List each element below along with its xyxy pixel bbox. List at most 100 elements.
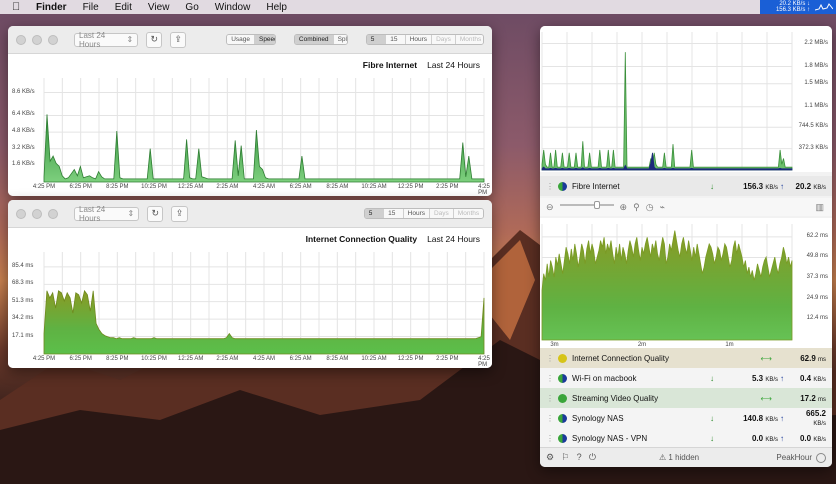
seg-split[interactable]: Split — [333, 35, 347, 44]
fibre-mini-chart: 2.2 MB/s 1.8 MB/s 1.5 MB/s 1.1 MB/s 744.5 KB… — [540, 26, 832, 172]
row-streaming-quality[interactable]: ⋮ Streaming Video Quality ⟷ 17.2 ms — [540, 388, 832, 408]
close-button[interactable] — [16, 34, 26, 45]
seg-combined[interactable]: Combined — [294, 35, 334, 44]
share-button[interactable]: ⇪ — [170, 31, 187, 48]
close-button[interactable] — [16, 208, 26, 219]
y-tick-label: 24.9 ms — [806, 294, 828, 301]
menu-file[interactable]: File — [83, 2, 99, 13]
seg-15min[interactable]: 15 Min — [384, 209, 404, 218]
y-tick-label: 68.3 ms — [12, 280, 34, 287]
y-tick-label: 34.2 ms — [12, 315, 34, 322]
timer-icon[interactable]: ◷ — [646, 202, 654, 213]
download-rate: 5.3 KB/s — [751, 373, 778, 383]
x-tick-label: 10:25 PM — [141, 184, 167, 190]
y-tick-label: 37.3 ms — [806, 274, 828, 281]
row-wifi-macbook[interactable]: ⋮ Wi-Fi on macbook ↓ 5.3 KB/s ↑ 0.4 KB/s — [540, 368, 832, 388]
time-range-select[interactable]: Last 24 Hours ⇕ — [74, 205, 140, 223]
latency-arrows-icon: ⟷ — [760, 353, 772, 363]
y-tick-label: 6.4 KB/s — [12, 111, 35, 118]
connection-quality-window: Last 24 Hours ⇕ ↻ ⇪ 5 Min 15 Min Hours D… — [8, 200, 492, 368]
minimize-button[interactable] — [32, 208, 42, 219]
drag-handle-icon[interactable]: ⋮ — [546, 354, 554, 363]
menu-bar:  Finder File Edit View Go Window Help 2… — [0, 0, 836, 14]
download-rate: 140.8 KB/s — [743, 413, 778, 423]
network-pie-icon — [558, 413, 567, 423]
zoom-in-icon[interactable]: ⊕ — [620, 202, 628, 213]
interval-segment: 5 Min 15 Min Hours Days Months — [363, 208, 484, 219]
row-name: Wi-Fi on macbook — [572, 373, 637, 383]
refresh-button[interactable]: ↻ — [147, 205, 164, 222]
stepper-icon: ⇕ — [126, 35, 134, 44]
zoom-out-icon[interactable]: ⊖ — [546, 202, 554, 213]
minimize-button[interactable] — [32, 34, 42, 45]
seg-5min[interactable]: 5 Min — [364, 209, 385, 218]
menu-view[interactable]: View — [148, 2, 170, 13]
lock-icon[interactable]: ⚲ — [633, 202, 640, 213]
x-tick-label: 6:25 AM — [289, 184, 312, 190]
hidden-count[interactable]: ⚠ 1 hidden — [659, 453, 699, 462]
share-button[interactable]: ⇪ — [171, 205, 188, 222]
share-icon: ⇪ — [174, 34, 182, 44]
peakhour-logo-icon[interactable] — [816, 452, 826, 463]
seg-15min[interactable]: 15 Min — [386, 35, 406, 44]
row-synology-nas[interactable]: ⋮ Synology NAS ↓ 140.8 KB/s ↑ 665.2 KB/s — [540, 408, 832, 428]
y-tick-label: 744.5 KB/s — [798, 123, 828, 130]
seg-months[interactable]: Months — [453, 209, 483, 218]
fibre-internet-window: Last 24 Hours ⇕ ↻ ⇪ Usage Speed Combined… — [8, 26, 492, 196]
refresh-button[interactable]: ↻ — [146, 31, 163, 48]
row-name: Synology NAS — [572, 413, 624, 423]
x-tick-label: 10:25 AM — [361, 184, 387, 190]
apple-menu-icon[interactable]:  — [12, 1, 26, 13]
window-toolbar: Last 24 Hours ⇕ ↻ ⇪ Usage Speed Combined… — [8, 26, 492, 54]
row-connection-quality[interactable]: ⋮ Internet Connection Quality ⟷ 62.9 ms — [540, 348, 832, 368]
chart-svg — [43, 78, 485, 183]
seg-months[interactable]: Months — [455, 35, 483, 44]
x-tick-label: 4:25 PM — [32, 184, 56, 190]
menu-window[interactable]: Window — [215, 2, 251, 13]
zoom-button[interactable] — [48, 34, 58, 45]
help-icon[interactable]: ? — [577, 452, 582, 462]
time-range-select[interactable]: Last 24 Hours ⇕ — [74, 30, 139, 49]
seg-days[interactable]: Days — [429, 209, 454, 218]
y-tick-label: 4.8 KB/s — [12, 128, 35, 135]
seg-5min[interactable]: 5 Min — [366, 35, 387, 44]
brand-label: PeakHour — [776, 453, 812, 462]
seg-hours[interactable]: Hours — [405, 35, 433, 44]
chart-title: Fibre Internet Last 24 Hours — [362, 60, 480, 70]
zoom-button[interactable] — [48, 208, 58, 219]
x-tick-label: 2:25 AM — [216, 184, 239, 190]
graph-style-icon[interactable]: ⌁ — [660, 202, 665, 213]
chart-title: Internet Connection Quality Last 24 Hours — [305, 234, 480, 244]
menu-finder[interactable]: Finder — [36, 2, 67, 13]
settings-gear-icon[interactable]: ⚙ — [546, 452, 554, 462]
chart-period: Last 24 Hours — [427, 234, 480, 244]
drag-handle-icon[interactable]: ⋮ — [546, 414, 554, 423]
download-arrow-icon: ↓ — [710, 413, 714, 423]
time-range-value: Last 24 Hours — [79, 30, 106, 49]
row-fibre-internet[interactable]: ⋮ Fibre Internet ↓ 156.3 KB/s ↑ 20.2 KB/s — [540, 176, 832, 196]
menu-help[interactable]: Help — [266, 2, 287, 13]
seg-speed[interactable]: Speed — [254, 35, 275, 44]
zoom-slider[interactable] — [559, 201, 614, 209]
upload-rate: 20.2 KB/s — [795, 181, 826, 191]
view-segment: Usage Speed — [226, 34, 276, 45]
drag-handle-icon[interactable]: ⋮ — [546, 434, 554, 443]
menu-edit[interactable]: Edit — [115, 2, 132, 13]
x-tick-label: 10:25 PM — [141, 356, 167, 362]
menu-go[interactable]: Go — [185, 2, 198, 13]
status-dot-icon — [558, 353, 567, 363]
drag-handle-icon[interactable]: ⋮ — [546, 374, 554, 383]
bar-chart-icon[interactable]: ▥ — [815, 202, 824, 213]
peakhour-status-item[interactable]: 20.2 KB/s ↓ 156.3 KB/s ↑ — [760, 0, 836, 14]
download-arrow-icon: ↓ — [710, 433, 714, 443]
drag-handle-icon[interactable]: ⋮ — [546, 394, 554, 403]
stepper-icon: ⇕ — [127, 209, 135, 218]
seg-hours[interactable]: Hours — [403, 209, 430, 218]
row-synology-vpn[interactable]: ⋮ Synology NAS - VPN ↓ 0.0 KB/s ↑ 0.0 KB/s — [540, 428, 832, 448]
drag-handle-icon[interactable]: ⋮ — [546, 182, 554, 191]
seg-days[interactable]: Days — [432, 35, 456, 44]
power-icon[interactable]: ⏻ — [589, 452, 596, 462]
pin-icon[interactable]: ⚐ — [561, 452, 569, 462]
x-tick-label: 4:25 PM — [478, 356, 490, 368]
seg-usage[interactable]: Usage — [227, 35, 255, 44]
